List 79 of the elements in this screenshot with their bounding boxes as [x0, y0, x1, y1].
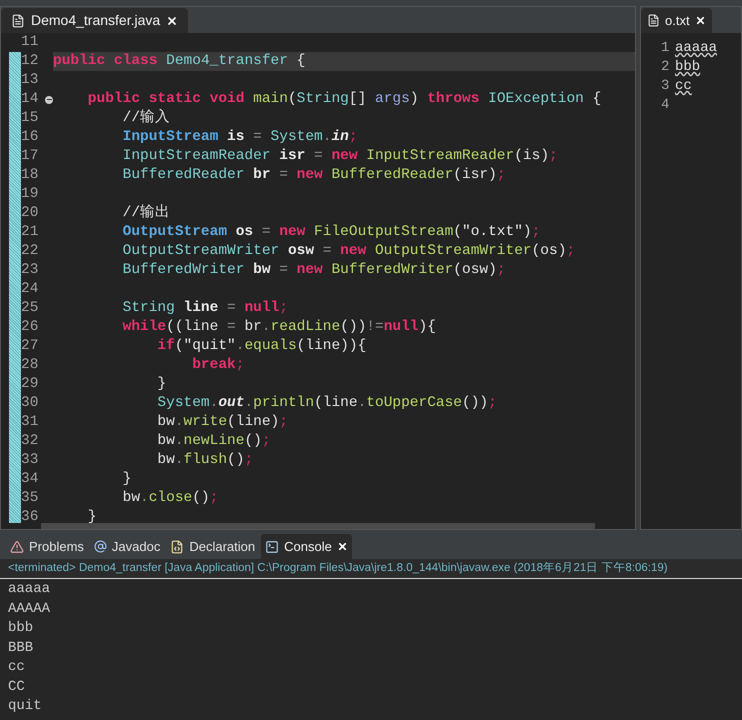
code-line: public static void main(String[] args) throws IOException {	[86, 91, 602, 107]
horizontal-scrollbar[interactable]	[41, 523, 595, 529]
line-number: 32	[21, 432, 40, 451]
code-line: }	[156, 376, 166, 392]
line-number: 26	[21, 318, 40, 337]
line-number: 14	[21, 90, 40, 109]
code-line: System.out.println(line.toUpperCase());	[156, 395, 497, 411]
code-line: bw.newLine();	[156, 433, 271, 449]
line-number: 19	[21, 185, 40, 204]
line-number: 20	[21, 204, 40, 223]
text-line: bbb	[675, 58, 700, 77]
code-line: InputStream is = System.in;	[122, 129, 358, 145]
code-line: bw.write(line);	[156, 414, 288, 430]
line-number: 24	[21, 280, 40, 299]
editor-tab[interactable]: o.txt	[641, 8, 712, 33]
code-line: //输出	[122, 205, 170, 221]
line-number: 27	[21, 337, 40, 356]
panel-tab[interactable]: Problems	[6, 534, 88, 559]
line-number: 29	[21, 375, 40, 394]
line-number: 17	[21, 147, 40, 166]
line-number: 34	[21, 470, 40, 489]
code-line: while((line = br.readLine())!=null){	[122, 319, 436, 335]
line-number: 16	[21, 128, 40, 147]
line-number: 23	[21, 261, 40, 280]
code-line: public class Demo4_transfer {	[53, 53, 306, 69]
code-line: BufferedWriter bw = new BufferedWriter(osw);	[122, 262, 506, 278]
line-number: 13	[21, 71, 40, 90]
line-number: 21	[21, 223, 40, 242]
code-line: OutputStream os = new FileOutputStream("o.txt");	[122, 224, 540, 240]
line-number: 36	[21, 508, 40, 523]
line-number: 1	[661, 39, 670, 58]
line-number: 11	[21, 33, 40, 52]
close-icon[interactable]	[694, 15, 706, 26]
console-output-line: bbb	[8, 619, 34, 638]
code-line: BufferedReader br = new BufferedReader(isr);	[122, 167, 506, 183]
line-number: 2	[661, 58, 670, 77]
line-number: 22	[21, 242, 40, 261]
console-output-line: BBB	[8, 638, 34, 658]
code-line: break;	[191, 357, 244, 373]
at-sign-icon	[94, 540, 107, 553]
editor-tab[interactable]: Demo4_transfer.java	[1, 8, 188, 33]
panel-tab[interactable]: Declaration	[166, 534, 260, 559]
console-status: <terminated> Demo4_transfer [Java Application] C:\Program Files\Java\jre1.8.0_144\bin\javaw.exe (2018年6月21日 下午8:06:19)	[8, 560, 668, 576]
code-line: InputStreamReader isr = new InputStreamReader(is);	[122, 148, 558, 164]
console-output-line: quit	[8, 697, 42, 716]
line-number: 15	[21, 109, 40, 128]
close-icon[interactable]	[166, 14, 178, 26]
code-line: OutputStreamWriter osw = new OutputStreamWriter(os);	[122, 243, 576, 259]
line-number: 12	[21, 52, 40, 71]
line-number: 18	[21, 166, 40, 185]
collapse-icon[interactable]	[45, 96, 53, 104]
text-line: cc	[675, 77, 692, 96]
code-line: bw.flush();	[156, 452, 254, 468]
problems-icon	[10, 540, 24, 554]
code-line: String line = null;	[122, 300, 288, 316]
line-number: 35	[21, 489, 40, 508]
code-line: }	[122, 471, 132, 487]
line-number: 30	[21, 394, 40, 413]
panel-tab[interactable]: Console	[261, 534, 352, 559]
line-number: 4	[661, 96, 670, 115]
panel-tab[interactable]: Javadoc	[90, 534, 164, 559]
code-line: }	[86, 509, 97, 523]
code-line: bw.close();	[122, 490, 218, 506]
console-output-line: aaaaa	[8, 580, 50, 599]
line-number: 33	[21, 451, 40, 470]
line-number: 31	[21, 413, 40, 432]
code-line: if("quit".equals(line)){	[156, 338, 366, 354]
line-number: 28	[21, 356, 40, 375]
line-number: 3	[661, 77, 670, 96]
close-icon[interactable]	[336, 541, 348, 552]
text-file-icon	[647, 14, 660, 27]
console-output-line: cc	[8, 658, 25, 677]
console-icon	[265, 540, 280, 554]
code-line: //输入	[122, 110, 170, 126]
console-output-line: CC	[8, 678, 25, 696]
line-number: 25	[21, 299, 40, 318]
console-output-line: AAAAA	[8, 600, 50, 618]
text-line: aaaaa	[675, 39, 718, 58]
document-code-icon	[170, 540, 184, 554]
